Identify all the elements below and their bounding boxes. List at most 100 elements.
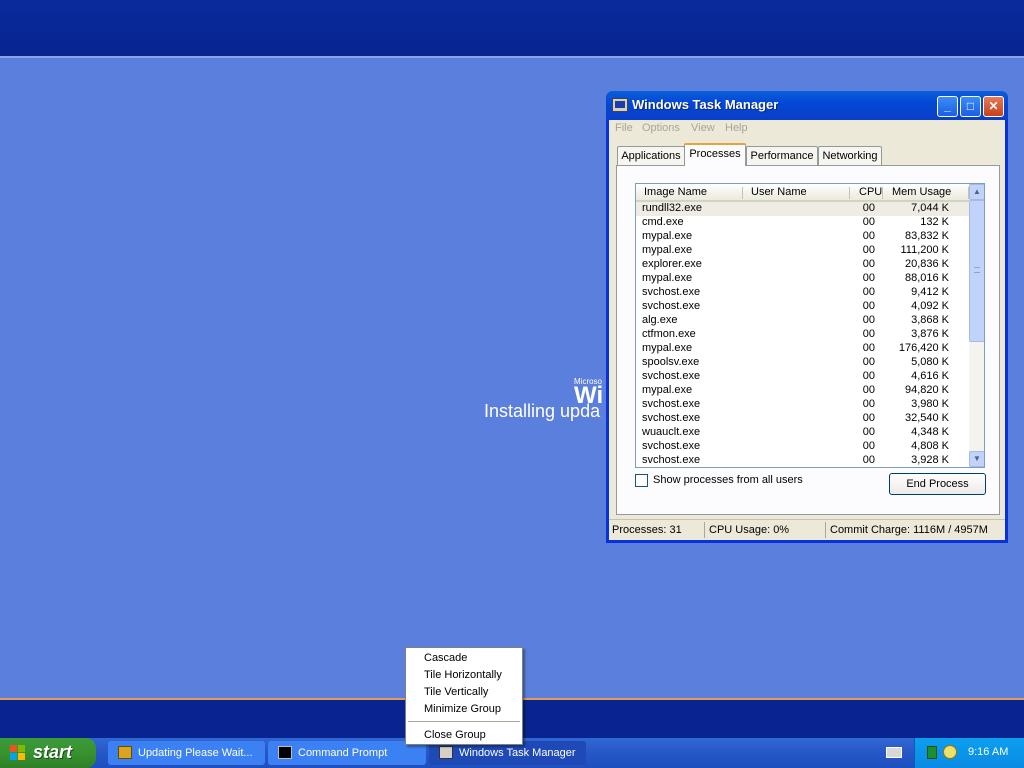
process-row[interactable]: svchost.exe 00 3,928 K [636, 454, 969, 467]
end-process-button[interactable]: End Process [889, 473, 986, 495]
process-name: svchost.exe [642, 454, 701, 466]
column-header-image-name[interactable]: Image Name [636, 184, 743, 202]
tab-applications[interactable]: Applications [617, 146, 685, 165]
taskbar-group-context-menu: Cascade Tile Horizontally Tile Verticall… [405, 647, 523, 745]
process-row[interactable]: svchost.exe 00 4,616 K [636, 370, 969, 384]
process-name: ctfmon.exe [642, 328, 696, 340]
process-row[interactable]: cmd.exe 00 132 K [636, 216, 969, 230]
process-name: explorer.exe [642, 258, 702, 270]
process-row[interactable]: explorer.exe 00 20,836 K [636, 258, 969, 272]
status-commit-charge: Commit Charge: 1116M / 4957M [830, 524, 988, 536]
process-row[interactable]: ctfmon.exe 00 3,876 K [636, 328, 969, 342]
process-row[interactable]: spoolsv.exe 00 5,080 K [636, 356, 969, 370]
network-icon[interactable] [927, 746, 937, 759]
column-label: Mem Usage [892, 186, 952, 198]
process-mem-usage: 132 K [920, 216, 949, 228]
setup-top-band [0, 0, 1024, 58]
taskbar-button-updating[interactable]: Updating Please Wait... [108, 741, 265, 765]
minimize-button[interactable]: _ [937, 96, 958, 117]
keyboard-icon[interactable] [886, 747, 902, 758]
start-button[interactable]: start [0, 738, 96, 768]
setup-icon [118, 746, 132, 759]
menu-file[interactable]: File [615, 122, 633, 134]
process-row[interactable]: svchost.exe 00 3,980 K [636, 398, 969, 412]
menu-options[interactable]: Options [642, 122, 680, 134]
process-cpu: 00 [862, 230, 875, 242]
taskbar-button-label: Updating Please Wait... [138, 747, 253, 759]
menu-view[interactable]: View [691, 122, 715, 134]
process-name: svchost.exe [642, 286, 701, 298]
process-row[interactable]: mypal.exe 00 94,820 K [636, 384, 969, 398]
process-name: svchost.exe [642, 398, 701, 410]
process-name: mypal.exe [642, 244, 693, 256]
menu-item-tile-vertically[interactable]: Tile Vertically [424, 686, 488, 698]
scroll-thumb[interactable] [969, 200, 984, 342]
column-header-mem-usage[interactable]: Mem Usage [883, 184, 969, 202]
process-mem-usage: 3,876 K [911, 328, 949, 340]
windows-logo-icon [10, 745, 26, 761]
menu-help[interactable]: Help [725, 122, 748, 134]
process-cpu: 00 [862, 244, 875, 256]
process-cpu: 00 [862, 426, 875, 438]
clock[interactable]: 9:16 AM [968, 746, 1008, 758]
processes-panel: Image Name User Name CPU Mem Usage rundl… [616, 165, 1000, 515]
process-row[interactable]: mypal.exe 00 83,832 K [636, 230, 969, 244]
tab-processes[interactable]: Processes [684, 143, 746, 166]
show-all-users-checkbox[interactable] [635, 474, 648, 487]
menu-item-close-group[interactable]: Close Group [424, 729, 486, 741]
process-row[interactable]: wuauclt.exe 00 4,348 K [636, 426, 969, 440]
process-row[interactable]: rundll32.exe 00 7,044 K [636, 202, 969, 216]
process-cpu: 00 [862, 300, 875, 312]
process-mem-usage: 176,420 K [898, 342, 949, 354]
process-row[interactable]: alg.exe 00 3,868 K [636, 314, 969, 328]
taskbar-button-command-prompt[interactable]: Command Prompt [268, 741, 426, 765]
system-tray: 9:16 AM [914, 738, 1024, 768]
menu-item-tile-horizontally[interactable]: Tile Horizontally [424, 669, 502, 681]
process-name: svchost.exe [642, 440, 701, 452]
process-row[interactable]: mypal.exe 00 111,200 K [636, 244, 969, 258]
menu-item-minimize-group[interactable]: Minimize Group [424, 703, 501, 715]
process-row[interactable]: mypal.exe 00 88,016 K [636, 272, 969, 286]
show-all-users-label[interactable]: Show processes from all users [653, 474, 803, 486]
process-name: mypal.exe [642, 230, 693, 242]
column-label: CPU [859, 186, 883, 198]
process-row[interactable]: svchost.exe 00 9,412 K [636, 286, 969, 300]
status-processes: Processes: 31 [612, 524, 682, 536]
process-cpu: 00 [862, 202, 875, 214]
process-mem-usage: 4,348 K [911, 426, 949, 438]
process-list-scrollbar[interactable]: ▲ ▼ [969, 184, 984, 467]
process-cpu: 00 [862, 440, 875, 452]
tab-networking[interactable]: Networking [818, 146, 882, 165]
process-mem-usage: 3,980 K [911, 398, 949, 410]
process-row[interactable]: svchost.exe 00 4,092 K [636, 300, 969, 314]
process-row[interactable]: mypal.exe 00 176,420 K [636, 342, 969, 356]
menu-item-cascade[interactable]: Cascade [424, 652, 467, 664]
process-cpu: 00 [862, 454, 875, 466]
column-header-user-name[interactable]: User Name [743, 184, 850, 202]
maximize-button[interactable]: □ [960, 96, 981, 117]
scroll-down-button[interactable]: ▼ [969, 451, 984, 467]
column-header-cpu[interactable]: CPU [850, 184, 883, 202]
title-bar[interactable]: Windows Task Manager _ □ ✕ [606, 91, 1008, 120]
process-cpu: 00 [862, 258, 875, 270]
start-label: start [33, 742, 73, 762]
command-prompt-icon [278, 746, 292, 759]
process-mem-usage: 4,808 K [911, 440, 949, 452]
process-cpu: 00 [862, 342, 875, 354]
process-rows: rundll32.exe 00 7,044 K cmd.exe 00 132 K mypal… [636, 202, 969, 467]
security-icon[interactable] [943, 745, 957, 759]
process-mem-usage: 88,016 K [904, 272, 949, 284]
process-list[interactable]: Image Name User Name CPU Mem Usage rundl… [635, 183, 985, 468]
process-cpu: 00 [862, 272, 875, 284]
process-mem-usage: 20,836 K [904, 258, 949, 270]
taskbar-button-label: Command Prompt [298, 747, 388, 759]
process-name: spoolsv.exe [642, 356, 700, 368]
process-cpu: 00 [862, 384, 875, 396]
process-row[interactable]: svchost.exe 00 4,808 K [636, 440, 969, 454]
close-button[interactable]: ✕ [983, 96, 1004, 117]
tab-performance[interactable]: Performance [746, 146, 818, 165]
scroll-up-button[interactable]: ▲ [969, 184, 984, 200]
process-mem-usage: 111,200 K [900, 244, 949, 256]
process-row[interactable]: svchost.exe 00 32,540 K [636, 412, 969, 426]
process-mem-usage: 83,832 K [904, 230, 949, 242]
